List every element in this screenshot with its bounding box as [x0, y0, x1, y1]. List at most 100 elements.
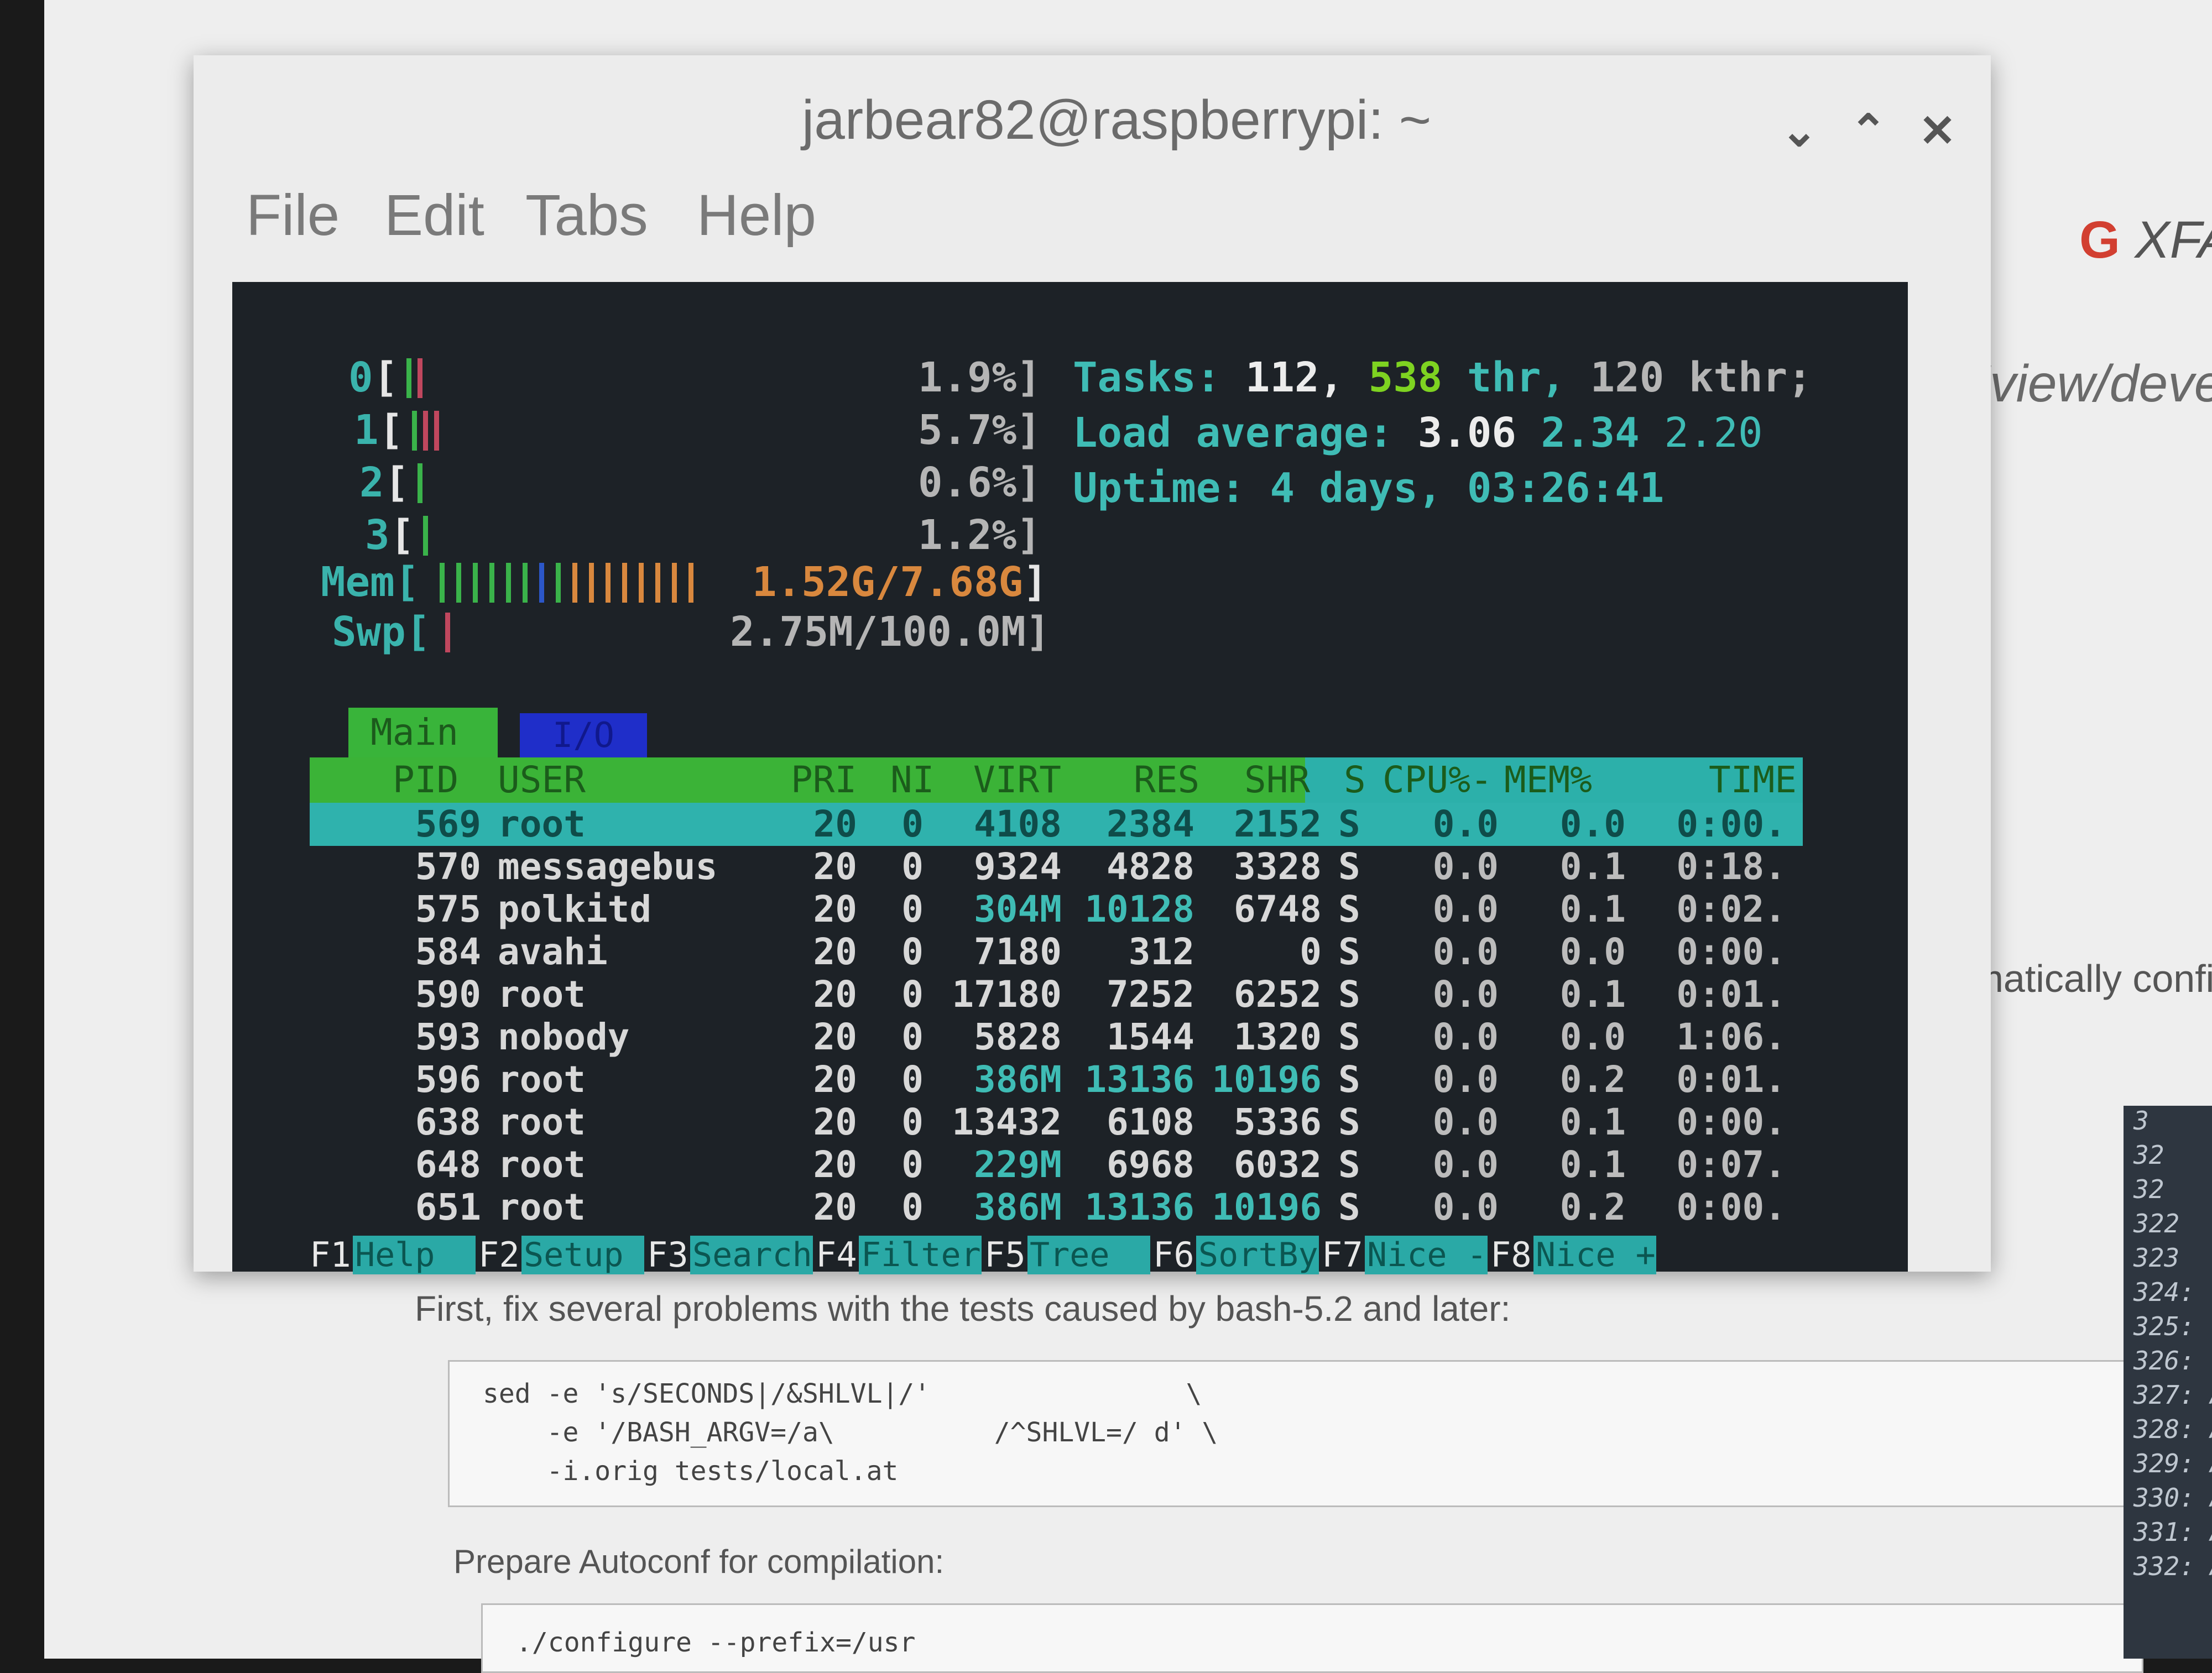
- cell-shr: 3328: [1234, 845, 1322, 888]
- cell-s: S: [1338, 1058, 1360, 1101]
- fkey-f1-key[interactable]: F1: [310, 1236, 351, 1274]
- cell-virt: 5828: [974, 1016, 1062, 1058]
- fkey-f6-label[interactable]: SortBy: [1196, 1236, 1319, 1274]
- maximize-icon[interactable]: ⌃: [1850, 105, 1887, 156]
- fkey-f4-key[interactable]: F4: [816, 1236, 857, 1274]
- cell-time: 0:18.: [1676, 845, 1786, 888]
- cell-pri: 20: [813, 1186, 857, 1228]
- url-fragment[interactable]: 'view/develo: [1980, 354, 2212, 414]
- fkey-f5-key[interactable]: F5: [984, 1236, 1026, 1274]
- meter-close-bracket: ]: [1023, 558, 1048, 606]
- cell-user: root: [498, 1101, 586, 1143]
- column-header-mem[interactable]: MEM%: [1504, 757, 1592, 803]
- threads-count: 538: [1368, 354, 1443, 401]
- cpu-bar-segment: [418, 463, 422, 503]
- tab-main[interactable]: Main: [348, 708, 498, 757]
- fkey-f4-label[interactable]: Filter: [859, 1236, 982, 1274]
- cpu-meter-label: 0: [348, 354, 373, 401]
- tab-io[interactable]: I/O: [520, 713, 647, 757]
- kthreads-count: 120 kthr;: [1590, 354, 1812, 401]
- table-row[interactable]: 596 root 20 0 386M 13136 10196 S 0.0 0.2 0:01.: [310, 1058, 1803, 1101]
- tasks-line: Tasks: 112, 538 thr, 120 kthr;: [1073, 354, 1812, 401]
- column-header-ni[interactable]: NI: [890, 757, 934, 803]
- fkey-f3-label[interactable]: Search: [690, 1236, 813, 1274]
- menu-file[interactable]: File: [246, 182, 340, 249]
- cell-pid: 590: [415, 973, 481, 1016]
- fkey-f3-key[interactable]: F3: [647, 1236, 688, 1274]
- table-row[interactable]: 651 root 20 0 386M 13136 10196 S 0.0 0.2 0:00.: [310, 1186, 1803, 1229]
- cell-pid: 648: [415, 1143, 481, 1186]
- title-bar[interactable]: jarbear82@raspberrypi: ~ ⌄ ⌃ ✕: [194, 55, 1991, 155]
- column-header-pri[interactable]: PRI: [791, 757, 857, 803]
- menu-tabs[interactable]: Tabs: [525, 182, 648, 249]
- close-icon[interactable]: ✕: [1919, 105, 1956, 156]
- fkey-f8-label[interactable]: Nice +: [1533, 1236, 1656, 1274]
- table-row[interactable]: 648 root 20 0 229M 6968 6032 S 0.0 0.1 0:07.: [310, 1143, 1803, 1186]
- code-block-2: ./configure --prefix=/usr: [481, 1603, 2143, 1673]
- column-header-res[interactable]: RES: [1134, 757, 1199, 803]
- fkey-f8-key[interactable]: F8: [1490, 1236, 1532, 1274]
- cell-res: 13136: [1084, 1058, 1194, 1101]
- cell-mem: 0.2: [1559, 1186, 1626, 1228]
- menu-help[interactable]: Help: [697, 182, 816, 249]
- column-header-time[interactable]: TIME: [1709, 757, 1797, 803]
- cell-s: S: [1338, 1186, 1360, 1228]
- fkey-f2-label[interactable]: Setup: [521, 1236, 644, 1274]
- cell-pid: 570: [415, 845, 481, 888]
- cpu-bar-segment: [423, 411, 428, 451]
- table-row[interactable]: 575 polkitd 20 0 304M 10128 6748 S 0.0 0.1 0:02.: [310, 888, 1803, 931]
- cpu-percent: 1.9%]: [918, 354, 1041, 401]
- process-table-header: PID USER PRI NI VIRT RES SHR S CPU%- MEM% TIME: [310, 757, 1803, 803]
- table-row[interactable]: 569 root 20 0 4108 2384 2152 S 0.0 0.0 0:00.: [310, 803, 1803, 846]
- column-header-user[interactable]: USER: [498, 757, 586, 803]
- column-header-s[interactable]: S: [1344, 757, 1366, 803]
- cell-virt: 386M: [974, 1186, 1062, 1228]
- cpu-meter-label: 2: [359, 459, 384, 506]
- code-line: -e '/BASH_ARGV=/a\ /^SHLVL=/ d' \: [483, 1417, 1218, 1448]
- uptime-line: Uptime: 4 days, 03:26:41: [1073, 464, 1664, 512]
- cell-time: 1:06.: [1676, 1016, 1786, 1058]
- cell-time: 0:02.: [1676, 888, 1786, 930]
- menu-edit[interactable]: Edit: [384, 182, 484, 249]
- cell-ni: 0: [901, 1186, 924, 1228]
- table-row[interactable]: 593 nobody 20 0 5828 1544 1320 S 0.0 0.0 1:06.: [310, 1016, 1803, 1059]
- cpu-bar-segment: [412, 411, 417, 451]
- fkey-f5-label[interactable]: Tree: [1027, 1236, 1150, 1274]
- fkey-f7-key[interactable]: F7: [1322, 1236, 1363, 1274]
- fkey-f2-key[interactable]: F2: [478, 1236, 520, 1274]
- cell-pri: 20: [813, 1058, 857, 1101]
- cell-s: S: [1338, 930, 1360, 973]
- browser-tab-label: XFAI: [2135, 211, 2212, 269]
- cell-pid: 569: [415, 803, 481, 845]
- fkey-f6-key[interactable]: F6: [1153, 1236, 1194, 1274]
- mem-bar-segment: [473, 563, 478, 603]
- column-header-shr[interactable]: SHR: [1244, 757, 1310, 803]
- cell-pri: 20: [813, 1101, 857, 1143]
- threads-label: thr,: [1467, 354, 1566, 401]
- cell-user: root: [498, 1143, 586, 1186]
- column-header-cpu[interactable]: CPU%-: [1383, 757, 1493, 803]
- cell-pri: 20: [813, 1143, 857, 1186]
- meter-open-bracket: [: [373, 354, 398, 401]
- terminal-area[interactable]: 0[1.9%] 1[5.7%] 2[0.6%] 3[1.2%] Mem[1.52G/7.…: [232, 282, 1908, 1274]
- column-header-pid[interactable]: PID: [393, 757, 458, 803]
- cell-shr: 5336: [1234, 1101, 1322, 1143]
- cell-s: S: [1338, 845, 1360, 888]
- table-row[interactable]: 590 root 20 0 17180 7252 6252 S 0.0 0.1 0:01.: [310, 973, 1803, 1016]
- table-row[interactable]: 570 messagebus 20 0 9324 4828 3328 S 0.0 0.1 0:18.: [310, 845, 1803, 888]
- cell-user: root: [498, 1186, 586, 1228]
- fkey-f7-label[interactable]: Nice -: [1365, 1236, 1488, 1274]
- cell-pri: 20: [813, 973, 857, 1016]
- code-line: sed -e 's/SECONDS|/&SHLVL|/' \: [483, 1378, 1202, 1409]
- cell-virt: 7180: [974, 930, 1062, 973]
- table-row[interactable]: 638 root 20 0 13432 6108 5336 S 0.0 0.1 0:00.: [310, 1101, 1803, 1144]
- minimize-icon[interactable]: ⌄: [1781, 105, 1818, 156]
- meter-open-bracket: [: [390, 511, 415, 559]
- window-title: jarbear82@raspberrypi: ~: [802, 89, 1432, 151]
- column-header-virt[interactable]: VIRT: [973, 757, 1061, 803]
- mem-bar-segment: [489, 563, 494, 603]
- table-row[interactable]: 584 avahi 20 0 7180 312 0 S 0.0 0.0 0:00.: [310, 930, 1803, 974]
- browser-tab-right[interactable]: G XFAI: [2079, 210, 2212, 270]
- instruction-text-1: First, fix several problems with the tes…: [415, 1289, 1511, 1329]
- fkey-f1-label[interactable]: Help: [353, 1236, 476, 1274]
